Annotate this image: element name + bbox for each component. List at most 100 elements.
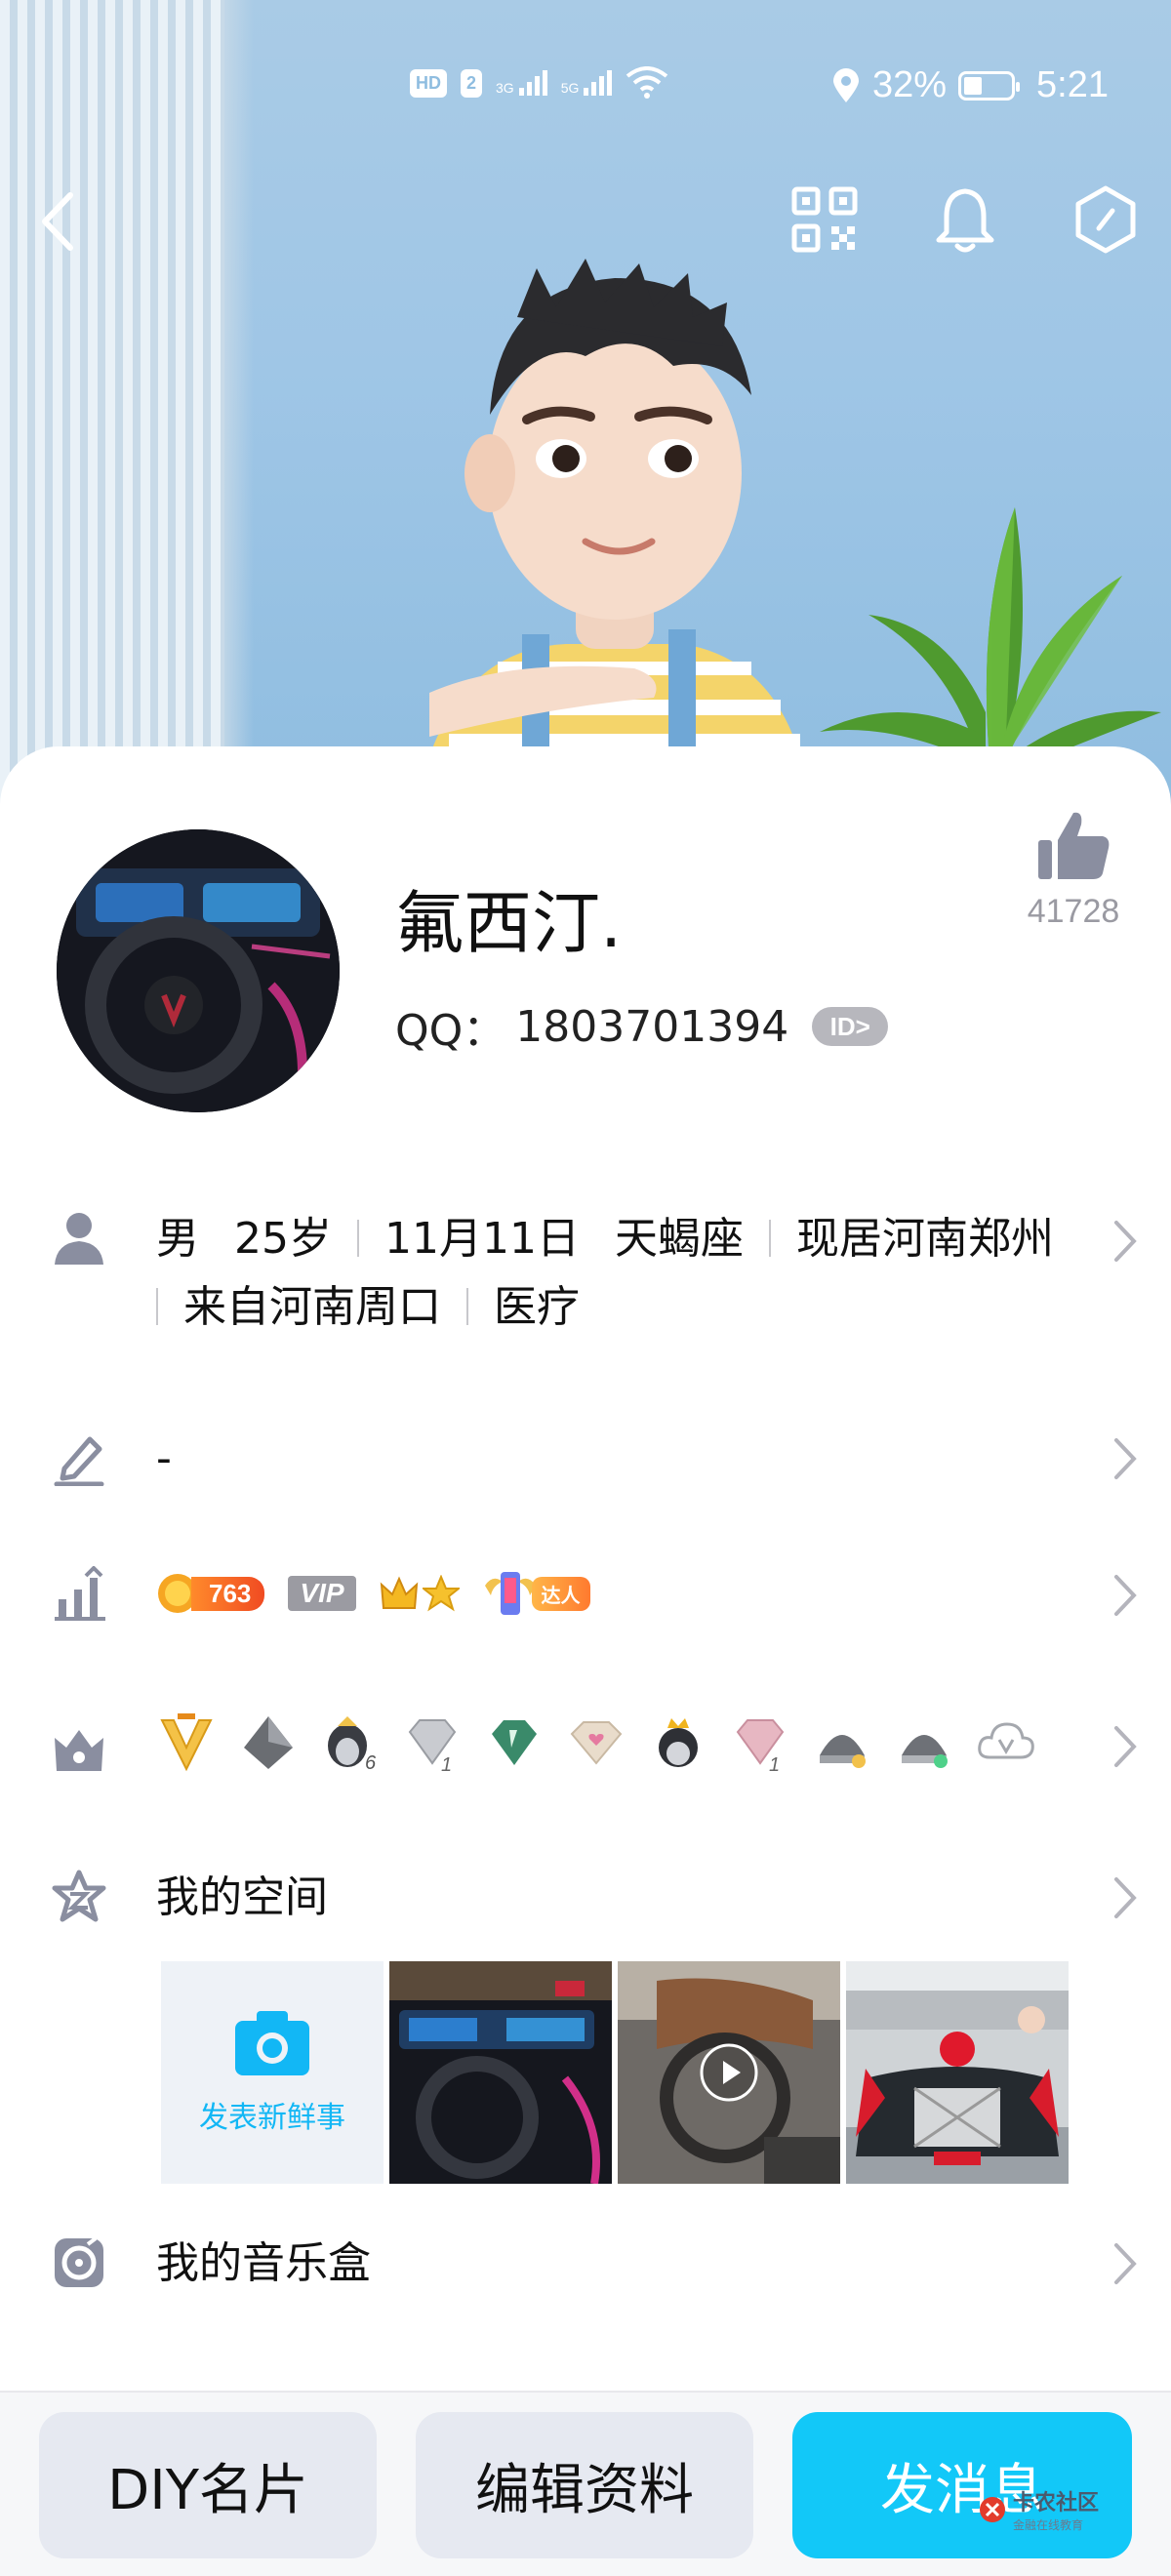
medal-crown-icon — [55, 1730, 103, 1771]
watermark-subtitle: 金融在线教育 — [1012, 2518, 1083, 2532]
qq-number: 1803701394 — [515, 1001, 789, 1052]
daren-label: 达人 — [531, 1576, 590, 1611]
svg-text:6: 6 — [365, 1752, 377, 1773]
birthday: 11月11日 — [384, 1214, 580, 1264]
pink-diamond-1-icon: 1 — [736, 1719, 785, 1773]
qzone-star-icon — [52, 1870, 106, 1922]
edit-pen-icon — [54, 1436, 104, 1486]
medals-row[interactable]: 6 1 1 — [0, 1703, 1171, 1791]
cover-avatar-figure — [429, 259, 800, 795]
cover-plant — [820, 507, 1161, 781]
penguin-6-icon: 6 — [328, 1716, 377, 1773]
music-disc-icon — [55, 2236, 103, 2287]
location: 现居河南郑州 — [795, 1214, 1054, 1264]
divider — [466, 1288, 468, 1325]
divider — [156, 1288, 158, 1325]
watermark: 卡农社区 金融在线教育 — [978, 2485, 1099, 2533]
top-nav — [0, 176, 1171, 263]
daren-badge[interactable]: 达人 — [483, 1568, 590, 1619]
age: 25岁 — [234, 1214, 332, 1264]
person-icon — [55, 1213, 103, 1265]
clock: 5:21 — [1036, 64, 1109, 105]
penguin-crown-icon — [659, 1718, 698, 1767]
play-icon[interactable] — [700, 2043, 758, 2102]
space-photo[interactable] — [846, 1961, 1069, 2184]
qq-number-line[interactable]: QQ： 1803701394 ID> — [395, 995, 889, 1058]
space-photo[interactable] — [389, 1961, 612, 2184]
level-chart-icon — [55, 1566, 105, 1621]
like-button[interactable]: 41728 — [1015, 805, 1132, 931]
green-cap-penguin-icon — [820, 1735, 866, 1768]
battery-percent: 32% — [871, 64, 948, 105]
medal-list: 6 1 1 — [156, 1712, 1036, 1773]
level-badges-row[interactable]: 763 VIP 达人 — [0, 1556, 1171, 1634]
hexagon-settings-icon[interactable] — [1070, 183, 1142, 256]
level-badge[interactable]: 763 — [156, 1572, 265, 1615]
signal-5g-icon: 5G — [561, 70, 613, 96]
chevron-right-icon — [1114, 1726, 1137, 1767]
music-box-row[interactable]: 我的音乐盒 — [0, 2225, 1171, 2303]
id-badge[interactable]: ID> — [812, 1007, 889, 1046]
bell-icon[interactable] — [929, 183, 1001, 256]
new-post-tile[interactable]: 发表新鲜事 — [161, 1961, 384, 2184]
gender: 男 — [156, 1214, 199, 1264]
gray-cap-penguin-icon — [902, 1735, 948, 1768]
send-message-button[interactable]: 发消息 卡农社区 金融在线教育 — [792, 2412, 1132, 2558]
status-bar: HD 2 3G 5G 32% 5:21 — [0, 59, 1171, 117]
battery-icon — [958, 70, 1021, 101]
signal-5g-label: 5G — [560, 80, 580, 96]
signature-text: - — [156, 1433, 172, 1483]
chevron-right-icon — [1114, 2243, 1137, 2284]
camera-icon — [235, 2011, 309, 2075]
diy-card-button[interactable]: DIY名片 — [39, 2412, 377, 2558]
crown-icon — [380, 1576, 418, 1609]
green-gem-icon — [492, 1720, 537, 1765]
crown-star-badge[interactable] — [380, 1575, 460, 1612]
car-dashboard-photo — [389, 1961, 612, 2184]
red-car-photo — [846, 1961, 1069, 2184]
profile-cover[interactable]: HD 2 3G 5G 32% 5:21 — [0, 0, 1171, 820]
winged-phone-icon — [484, 1572, 536, 1615]
space-photo-grid: 发表新鲜事 — [161, 1961, 1069, 2184]
basic-info-text: 男 25岁 11月11日 天蝎座 现居河南郑州 来自河南周口 医疗 — [156, 1205, 1054, 1342]
qq-label: QQ： — [395, 1006, 506, 1056]
chevron-right-icon — [1114, 1438, 1137, 1479]
location-icon — [832, 67, 859, 102]
basic-info-row[interactable]: 男 25岁 11月11日 天蝎座 现居河南郑州 来自河南周口 医疗 — [0, 1205, 1171, 1351]
nickname: 氟西汀. — [395, 883, 623, 963]
badge-list: 763 VIP 达人 — [156, 1568, 590, 1619]
music-box-title: 我的音乐盒 — [156, 2238, 371, 2288]
chevron-right-icon — [1114, 1877, 1137, 1918]
svg-text:1: 1 — [441, 1754, 452, 1773]
new-post-label: 发表新鲜事 — [199, 2101, 345, 2135]
my-space-title: 我的空间 — [156, 1872, 328, 1922]
watermark-logo-icon — [979, 2496, 1005, 2522]
zodiac: 天蝎座 — [614, 1214, 744, 1264]
profile-card: 氟西汀. QQ： 1803701394 ID> 41728 男 25岁 11月11… — [0, 746, 1171, 2395]
thumbs-up-icon — [1038, 812, 1110, 879]
space-video[interactable] — [618, 1961, 840, 2184]
vip-medal-icon — [160, 1713, 213, 1772]
heart-diamond-icon — [570, 1721, 623, 1765]
diamond-1-icon: 1 — [408, 1719, 457, 1773]
back-icon[interactable] — [29, 187, 88, 256]
hd-indicator: HD — [410, 68, 447, 98]
my-space-row[interactable]: 我的空间 — [0, 1859, 1171, 1937]
vip-badge[interactable]: VIP — [288, 1576, 356, 1611]
cloud-v-icon — [978, 1722, 1034, 1759]
svg-text:1: 1 — [769, 1754, 780, 1773]
edit-profile-button[interactable]: 编辑资料 — [416, 2412, 753, 2558]
cover-curtain — [0, 0, 254, 820]
like-count: 41728 — [1027, 893, 1120, 930]
hometown: 来自河南周口 — [183, 1282, 441, 1332]
level-number: 763 — [191, 1576, 265, 1611]
divider — [768, 1220, 771, 1257]
signal-3g-label: 3G — [496, 80, 514, 96]
cone-medal-icon — [244, 1716, 293, 1769]
signal-3g-icon: 3G — [496, 70, 547, 96]
profile-avatar[interactable] — [57, 829, 340, 1112]
qr-code-icon[interactable] — [788, 183, 861, 256]
sim2-indicator: 2 — [461, 68, 483, 98]
chevron-right-icon — [1114, 1221, 1137, 1262]
signature-row[interactable]: - — [0, 1420, 1171, 1498]
